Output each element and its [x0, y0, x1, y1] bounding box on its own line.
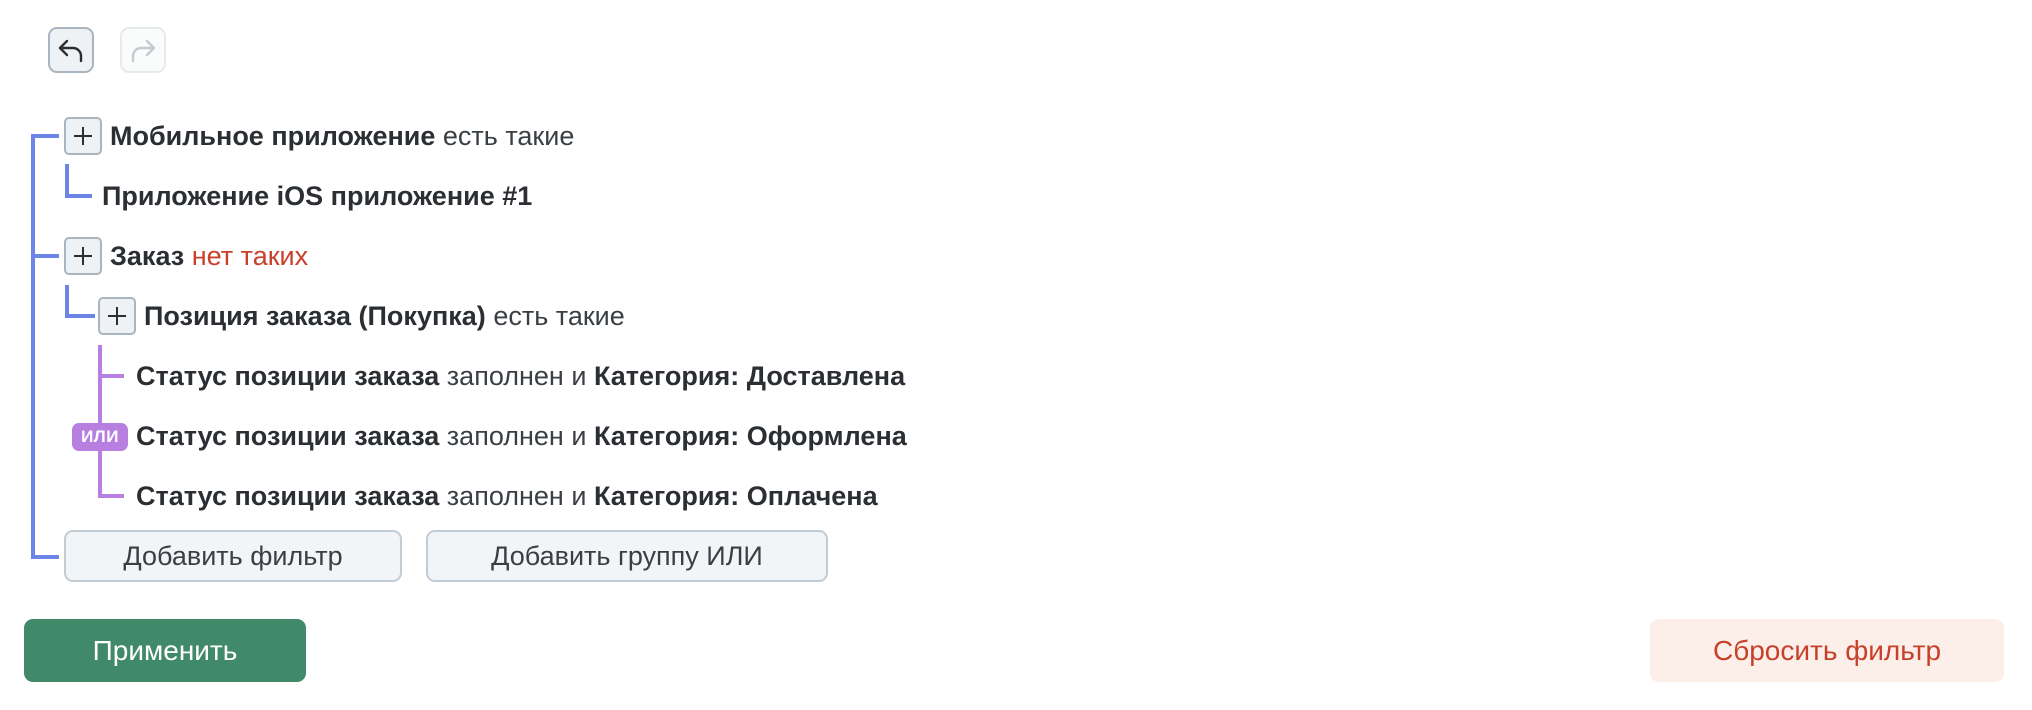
or-group-branch — [98, 494, 124, 498]
filter-field: Статус позиции заказа — [136, 421, 440, 451]
plus-icon — [74, 247, 92, 265]
category-label: Категория: — [593, 361, 740, 391]
filter-conjunction: и — [571, 361, 587, 391]
filter-field: Статус позиции заказа — [136, 481, 440, 511]
filter-mobile-app[interactable]: Мобильное приложение есть такие — [110, 116, 574, 156]
tree-branch — [31, 555, 59, 559]
filter-name: Заказ — [110, 241, 185, 271]
expand-mobile-app-button[interactable] — [64, 117, 102, 155]
tree-branch — [65, 194, 92, 198]
filter-order[interactable]: Заказ нет таких — [110, 236, 308, 276]
filter-application[interactable]: Приложение iOS приложение #1 — [102, 176, 532, 216]
filter-condition: есть такие — [493, 301, 625, 331]
filter-conjunction: и — [571, 481, 587, 511]
reset-filter-button[interactable]: Сбросить фильтр — [1650, 619, 2004, 682]
filter-name: Позиция заказа (Покупка) — [144, 301, 486, 331]
filter-state: заполнен — [446, 361, 564, 391]
or-badge: ИЛИ — [72, 423, 128, 451]
filter-state: заполнен — [446, 481, 564, 511]
plus-icon — [108, 307, 126, 325]
expand-order-item-button[interactable] — [98, 297, 136, 335]
tree-line-root — [31, 134, 35, 559]
category-value: Доставлена — [746, 361, 906, 391]
filter-conjunction: и — [571, 421, 587, 451]
filter-state: заполнен — [446, 421, 564, 451]
or-group-line — [98, 345, 102, 497]
filter-value: iOS приложение #1 — [276, 181, 533, 211]
category-value: Оформлена — [746, 421, 907, 451]
category-label: Категория: — [593, 481, 740, 511]
expand-order-button[interactable] — [64, 237, 102, 275]
tree-line-child — [65, 164, 69, 198]
tree-branch — [31, 134, 59, 138]
category-label: Категория: — [593, 421, 740, 451]
filter-condition: есть такие — [442, 121, 575, 151]
filter-order-item[interactable]: Позиция заказа (Покупка) есть такие — [144, 296, 625, 336]
redo-arrow-icon — [131, 39, 156, 63]
add-filter-button[interactable]: Добавить фильтр — [64, 530, 402, 582]
undo-button[interactable] — [48, 27, 94, 73]
filter-field: Приложение — [102, 181, 270, 211]
filter-status-row[interactable]: Статус позиции заказа заполнен и Категор… — [136, 356, 905, 396]
tree-branch — [65, 314, 95, 318]
plus-icon — [74, 127, 92, 145]
filter-status-row[interactable]: Статус позиции заказа заполнен и Категор… — [136, 416, 907, 456]
category-value: Оплачена — [746, 481, 878, 511]
redo-button[interactable] — [120, 27, 166, 73]
apply-button[interactable]: Применить — [24, 619, 306, 682]
filter-status-row[interactable]: Статус позиции заказа заполнен и Категор… — [136, 476, 878, 516]
tree-branch — [31, 254, 59, 258]
add-or-group-button[interactable]: Добавить группу ИЛИ — [426, 530, 828, 582]
filter-field: Статус позиции заказа — [136, 361, 440, 391]
filter-condition-negative: нет таких — [191, 241, 309, 271]
filter-name: Мобильное приложение — [110, 121, 436, 151]
undo-arrow-icon — [58, 39, 83, 63]
or-group-branch — [98, 374, 124, 378]
